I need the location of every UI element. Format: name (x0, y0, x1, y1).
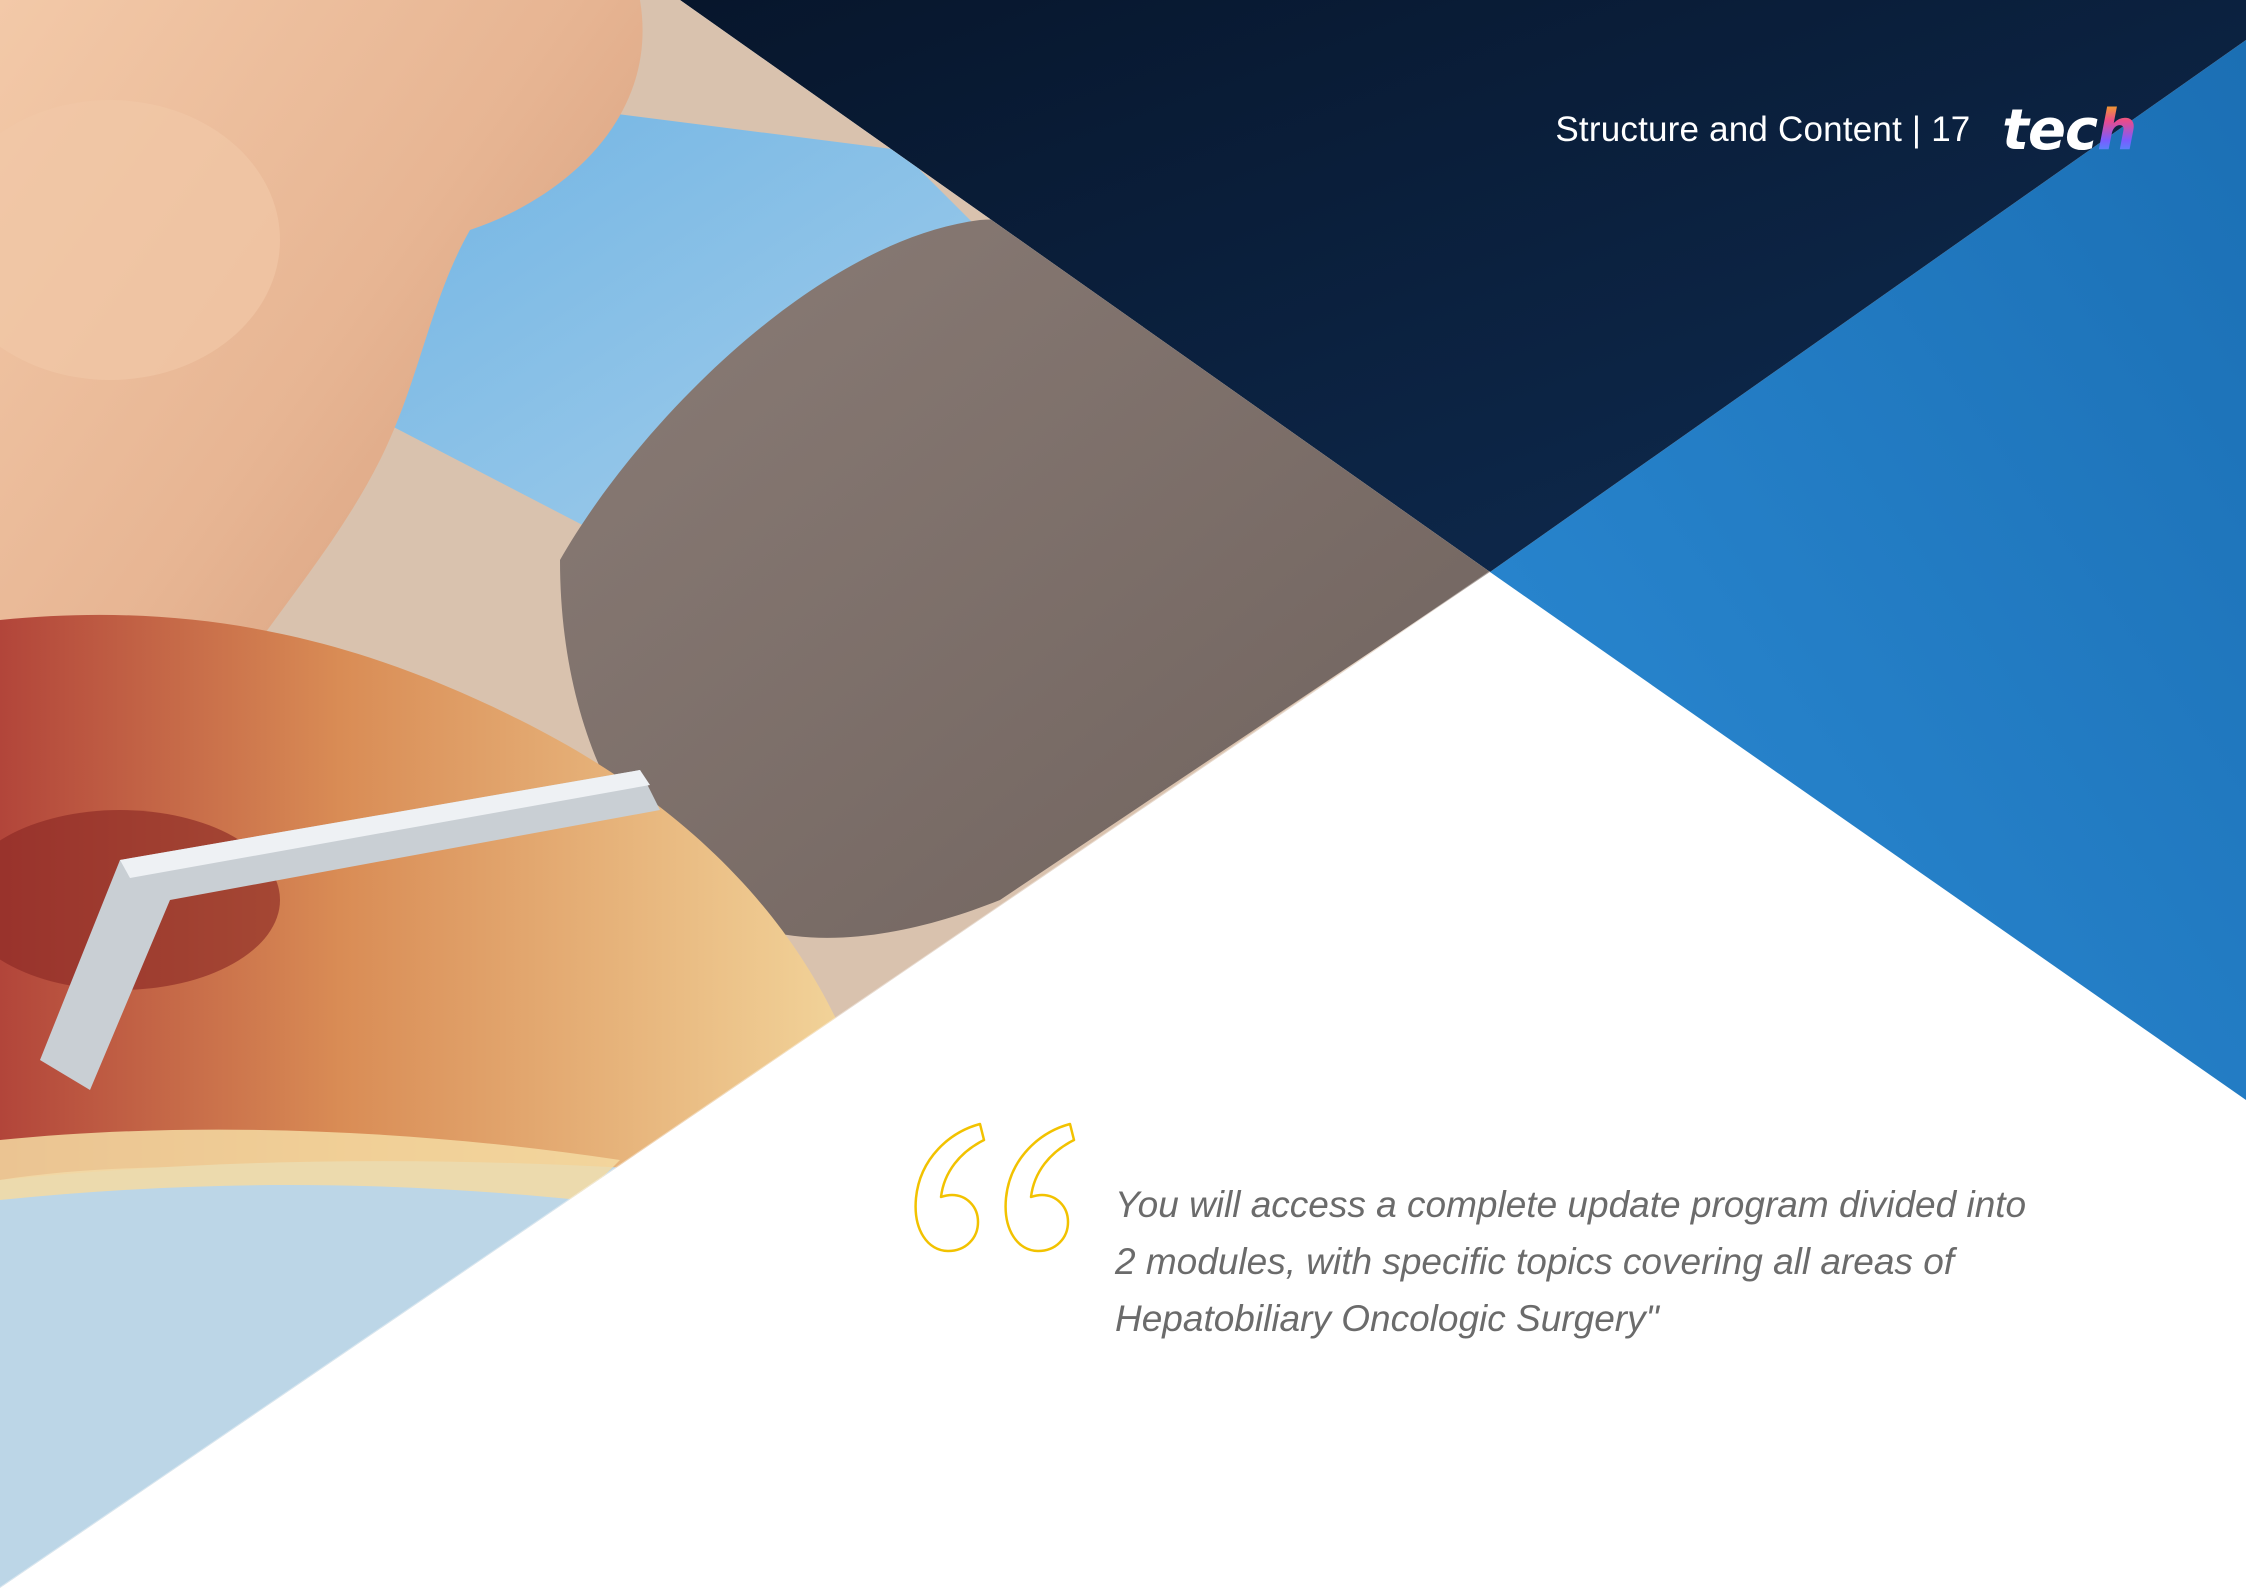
section-title: Structure and Content | (1555, 110, 1922, 149)
open-quote-icon (914, 1122, 1076, 1253)
quote-text: You will access a complete update progra… (1115, 1184, 2027, 1339)
logo-text-main: tec (2002, 97, 2098, 163)
document-page: Structure and Content | 17 tec h You will… (0, 0, 2246, 1588)
page-number: 17 (1931, 110, 1971, 149)
tech-logo: tec h (2002, 97, 2137, 163)
quote-block: You will access a complete update progra… (910, 1118, 2060, 1358)
page-header: Structure and Content | 17 tec h (1555, 98, 2137, 163)
logo-text-accent: h (2097, 97, 2137, 163)
